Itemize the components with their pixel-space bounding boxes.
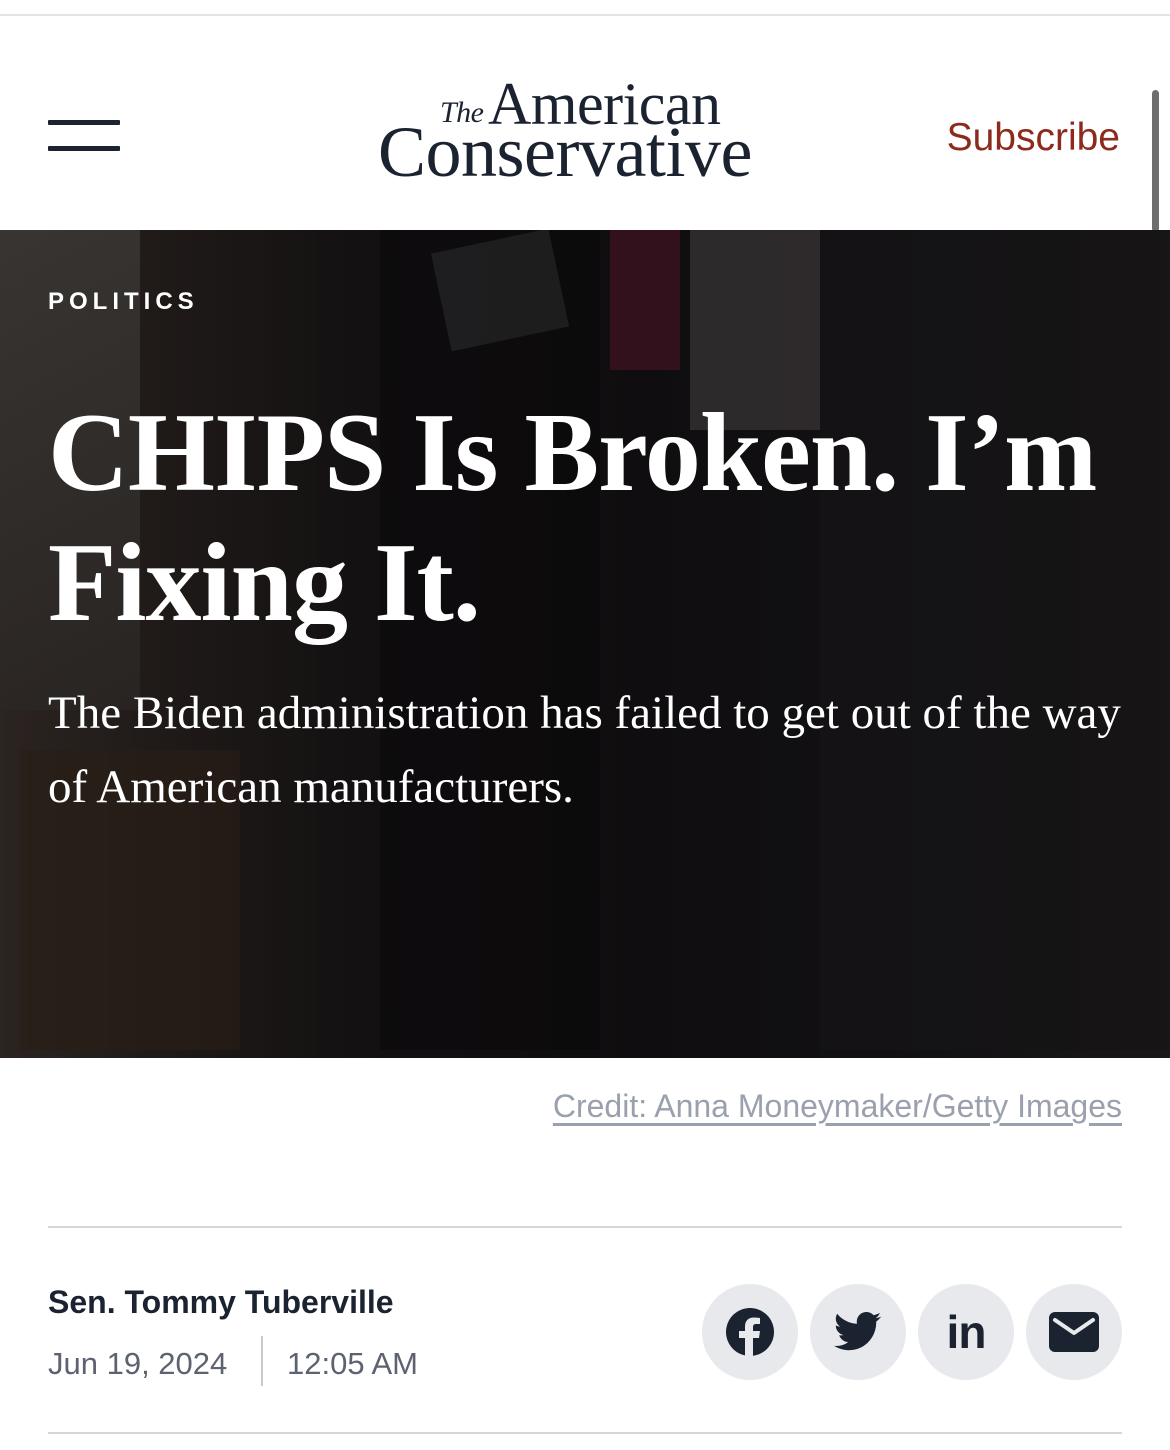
- email-share-button[interactable]: [1026, 1284, 1122, 1380]
- author-name[interactable]: Sen. Tommy Tuberville: [48, 1284, 394, 1321]
- byline-top-divider: [48, 1226, 1122, 1228]
- hero-image: POLITICS CHIPS Is Broken. I’m Fixing It.…: [0, 230, 1170, 1058]
- linkedin-icon: in: [946, 1306, 987, 1358]
- hero-background-shape: [610, 230, 680, 370]
- category-label[interactable]: POLITICS: [48, 288, 199, 316]
- linkedin-share-button[interactable]: in: [918, 1284, 1014, 1380]
- menu-line: [48, 146, 120, 151]
- article-headline: CHIPS Is Broken. I’m Fixing It.: [48, 391, 1097, 645]
- page-scrollbar[interactable]: [1152, 90, 1159, 232]
- twitter-share-button[interactable]: [810, 1284, 906, 1380]
- date-time-divider: [261, 1336, 263, 1386]
- twitter-icon: [834, 1312, 882, 1351]
- email-icon: [1049, 1312, 1099, 1352]
- article-dek: The Biden administration has failed to g…: [48, 687, 1121, 813]
- hamburger-menu-icon[interactable]: [48, 120, 120, 154]
- facebook-share-button[interactable]: [702, 1284, 798, 1380]
- publish-date: Jun 19, 2024: [48, 1346, 228, 1381]
- image-credit-link[interactable]: Credit: Anna Moneymaker/Getty Images: [553, 1088, 1122, 1125]
- logo-conservative: Conservative: [378, 112, 752, 192]
- menu-line: [48, 120, 120, 125]
- site-logo[interactable]: The American Conservative: [378, 74, 798, 188]
- byline-bottom-divider: [48, 1432, 1122, 1434]
- site-header: The American Conservative Subscribe: [0, 16, 1170, 230]
- publish-time: 12:05 AM: [287, 1346, 418, 1381]
- facebook-icon: [726, 1308, 774, 1357]
- subscribe-link[interactable]: Subscribe: [947, 116, 1120, 160]
